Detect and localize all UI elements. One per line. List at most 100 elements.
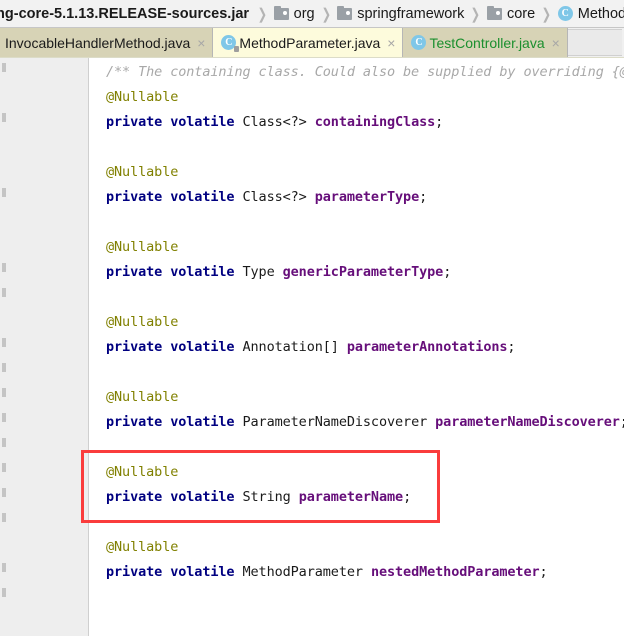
code-token-fld: containingClass xyxy=(314,114,436,130)
class-icon: C xyxy=(557,6,573,21)
code-content[interactable]: /** The containing class. Could also be … xyxy=(90,58,624,636)
close-icon[interactable]: × xyxy=(194,36,205,50)
breadcrumb-item-methodparameter[interactable]: C MethodParameter xyxy=(557,0,624,27)
gutter-line-number xyxy=(2,438,6,447)
close-icon[interactable]: × xyxy=(384,36,395,50)
code-token-fld: nestedMethodParameter xyxy=(370,564,540,580)
code-token-typ: Class<?> xyxy=(242,114,315,130)
code-token-kw: private volatile xyxy=(106,264,243,280)
editor-gutter[interactable] xyxy=(0,58,89,636)
code-token-ann: @Nullable xyxy=(106,314,179,330)
code-editor[interactable]: /** The containing class. Could also be … xyxy=(0,57,624,636)
code-token-punc: ; xyxy=(539,564,548,580)
code-token-fld: parameterAnnotations xyxy=(346,339,508,355)
code-token-cmt: /** The containing class. Could also be … xyxy=(106,64,624,80)
breadcrumb-springframework-label: springframework xyxy=(357,5,465,22)
gutter-line-number xyxy=(2,113,6,122)
gutter-line-number xyxy=(2,363,6,372)
code-token-fld: parameterNameDiscoverer xyxy=(435,414,620,430)
code-token-fld: parameterName xyxy=(298,489,404,505)
tab-label: InvocableHandlerMethod.java xyxy=(5,34,191,51)
code-token-ann: @Nullable xyxy=(106,89,179,105)
code-line: private volatile String parameterName; xyxy=(106,489,411,505)
gutter-line-number xyxy=(2,63,6,72)
code-line: @Nullable xyxy=(106,389,178,405)
code-token-typ: ParameterNameDiscoverer xyxy=(242,414,436,430)
code-line: private volatile Type genericParameterTy… xyxy=(106,264,451,280)
close-icon[interactable]: × xyxy=(549,36,560,50)
gutter-line-number xyxy=(2,188,6,197)
code-token-punc: ; xyxy=(443,264,452,280)
breadcrumb-item-jar[interactable]: ing-core-5.1.13.RELEASE-sources.jar xyxy=(0,0,251,27)
breadcrumb: ing-core-5.1.13.RELEASE-sources.jar ❯ or… xyxy=(0,0,624,28)
code-line: @Nullable xyxy=(106,539,178,555)
tab-label: TestController.java xyxy=(429,34,545,51)
code-line: @Nullable xyxy=(106,464,178,480)
editor-tab-bar: InvocableHandlerMethod.java × C MethodPa… xyxy=(0,28,624,57)
code-token-punc: ; xyxy=(403,489,412,505)
code-token-ann: @Nullable xyxy=(106,239,179,255)
gutter-line-number xyxy=(2,388,6,397)
breadcrumb-jar-label: ing-core-5.1.13.RELEASE-sources.jar xyxy=(0,5,250,22)
class-icon: C xyxy=(411,35,427,50)
gutter-line-number xyxy=(2,413,6,422)
gutter-line-number xyxy=(2,588,6,597)
code-line: private volatile Class<?> containingClas… xyxy=(106,114,443,130)
code-token-fld: genericParameterType xyxy=(282,264,444,280)
code-token-typ: Annotation[] xyxy=(242,339,347,355)
gutter-line-number xyxy=(2,488,6,497)
code-line: @Nullable xyxy=(106,239,178,255)
code-token-fld: parameterType xyxy=(314,189,420,205)
class-icon: C xyxy=(221,35,240,52)
code-token-typ: Class<?> xyxy=(242,189,315,205)
breadcrumb-core-label: core xyxy=(506,5,536,22)
gutter-line-markers xyxy=(0,58,10,636)
code-token-kw: private volatile xyxy=(106,414,243,430)
code-line: private volatile Class<?> parameterType; xyxy=(106,189,427,205)
breadcrumb-class-label: MethodParameter xyxy=(577,5,624,22)
breadcrumb-item-core[interactable]: core xyxy=(486,0,536,27)
code-token-kw: private volatile xyxy=(106,564,243,580)
code-token-punc: ; xyxy=(435,114,444,130)
gutter-line-number xyxy=(2,288,6,297)
breadcrumb-separator-icon: ❯ xyxy=(541,5,552,23)
code-token-kw: private volatile xyxy=(106,489,243,505)
code-token-kw: private volatile xyxy=(106,114,243,130)
breadcrumb-item-org[interactable]: org xyxy=(273,0,315,27)
code-token-ann: @Nullable xyxy=(106,539,179,555)
code-line: private volatile ParameterNameDiscoverer… xyxy=(106,414,624,430)
code-token-punc: ; xyxy=(620,414,624,430)
code-token-typ: MethodParameter xyxy=(242,564,371,580)
tab-testcontroller[interactable]: C TestController.java × xyxy=(403,28,568,57)
breadcrumb-item-springframework[interactable]: springframework xyxy=(337,0,465,27)
folder-icon xyxy=(337,5,353,20)
code-token-typ: Type xyxy=(242,264,283,280)
code-token-punc: ; xyxy=(419,189,428,205)
tab-invocablehandlermethod[interactable]: InvocableHandlerMethod.java × xyxy=(0,28,214,57)
code-line: @Nullable xyxy=(106,314,178,330)
code-token-ann: @Nullable xyxy=(106,164,179,180)
code-token-ann: @Nullable xyxy=(106,389,179,405)
code-token-kw: private volatile xyxy=(106,339,243,355)
code-line: @Nullable xyxy=(106,164,178,180)
breadcrumb-org-label: org xyxy=(293,5,315,22)
code-token-typ: String xyxy=(242,489,299,505)
code-line: @Nullable xyxy=(106,89,178,105)
code-line: /** The containing class. Could also be … xyxy=(106,64,624,80)
gutter-line-number xyxy=(2,338,6,347)
breadcrumb-separator-icon: ❯ xyxy=(257,5,268,23)
breadcrumb-separator-icon: ❯ xyxy=(321,5,331,23)
tab-label: MethodParameter.java xyxy=(239,34,381,51)
tab-methodparameter[interactable]: C MethodParameter.java × xyxy=(213,28,404,57)
code-token-punc: ; xyxy=(507,339,516,355)
code-line: private volatile MethodParameter nestedM… xyxy=(106,564,548,580)
gutter-line-number xyxy=(2,463,6,472)
gutter-line-number xyxy=(2,263,6,272)
code-line: private volatile Annotation[] parameterA… xyxy=(106,339,516,355)
breadcrumb-separator-icon: ❯ xyxy=(470,5,481,23)
gutter-line-number xyxy=(2,513,6,522)
folder-icon xyxy=(273,5,289,20)
code-token-ann: @Nullable xyxy=(106,464,179,480)
tab-bar-empty-area xyxy=(567,29,622,56)
folder-icon xyxy=(486,5,502,20)
